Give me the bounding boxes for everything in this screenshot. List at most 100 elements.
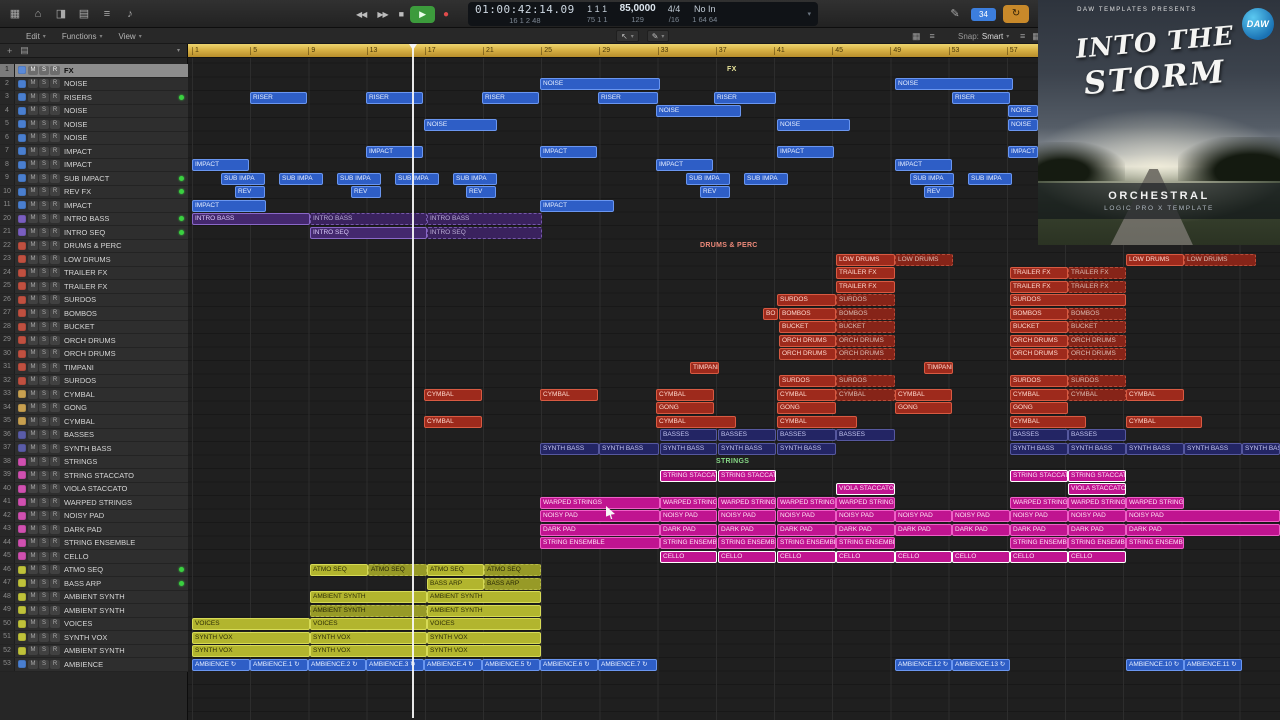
- region[interactable]: SYNTH BASS: [660, 442, 717, 455]
- region[interactable]: NOISY PAD: [952, 510, 1010, 522]
- region[interactable]: TRAILER FX: [1010, 280, 1068, 293]
- record-enable-button[interactable]: R: [50, 200, 60, 210]
- mute-button[interactable]: M: [28, 389, 38, 399]
- region[interactable]: LOW DRUMS: [1126, 253, 1184, 266]
- solo-button[interactable]: S: [39, 551, 49, 561]
- mute-button[interactable]: M: [28, 106, 38, 116]
- track-name[interactable]: WARPED STRINGS: [64, 498, 188, 507]
- track-row[interactable]: 37 M S R SYNTH BASS: [0, 442, 188, 456]
- record-enable-button[interactable]: R: [50, 646, 60, 656]
- region[interactable]: CYMBAL: [656, 388, 714, 401]
- region[interactable]: STRING ENSEMBLE: [1068, 537, 1126, 549]
- region[interactable]: WARPED STRINGS: [836, 496, 895, 509]
- track-row[interactable]: 23 M S R LOW DRUMS: [0, 253, 188, 267]
- record-enable-button[interactable]: R: [50, 430, 60, 440]
- region[interactable]: WARPED STRINGS: [660, 496, 717, 509]
- record-enable-button[interactable]: R: [50, 349, 60, 359]
- region[interactable]: DARK PAD: [540, 523, 660, 536]
- record-enable-button[interactable]: R: [50, 173, 60, 183]
- pointer-tool-button[interactable]: ↖ ▾: [616, 30, 639, 42]
- region[interactable]: VIOLA STACCATO: [836, 483, 895, 495]
- track-row[interactable]: 47 M S R BASS ARP: [0, 577, 188, 591]
- region[interactable]: LOW DRUMS: [1184, 253, 1256, 266]
- track-row[interactable]: 25 M S R TRAILER FX: [0, 280, 188, 294]
- region[interactable]: BUCKET: [1010, 321, 1068, 333]
- mute-button[interactable]: M: [28, 497, 38, 507]
- region[interactable]: CYMBAL: [656, 415, 736, 428]
- region[interactable]: STRING ENSEMBLE: [1126, 537, 1184, 549]
- track-row[interactable]: 44 M S R STRING ENSEMBLE: [0, 536, 188, 550]
- solo-button[interactable]: S: [39, 160, 49, 170]
- region[interactable]: GONG: [1010, 402, 1068, 414]
- solo-button[interactable]: S: [39, 200, 49, 210]
- track-row[interactable]: 34 M S R GONG: [0, 401, 188, 415]
- region[interactable]: INTRO BASS: [192, 213, 310, 225]
- record-enable-button[interactable]: R: [50, 322, 60, 332]
- record-enable-button[interactable]: R: [50, 295, 60, 305]
- region[interactable]: NOISY PAD: [718, 510, 776, 522]
- mute-button[interactable]: M: [28, 200, 38, 210]
- track-row[interactable]: 10 M S R REV FX: [0, 185, 188, 199]
- mute-button[interactable]: M: [28, 403, 38, 413]
- track-row[interactable]: 40 M S R VIOLA STACCATO: [0, 482, 188, 496]
- region[interactable]: ATMO SEQ: [310, 564, 368, 576]
- mute-button[interactable]: M: [28, 484, 38, 494]
- track-row[interactable]: 21 M S R INTRO SEQ: [0, 226, 188, 240]
- region[interactable]: STRING ENSEMBLE: [836, 537, 895, 549]
- record-enable-button[interactable]: R: [50, 538, 60, 548]
- track-row[interactable]: 30 M S R ORCH DRUMS: [0, 347, 188, 361]
- region[interactable]: BASS ARP: [427, 577, 484, 590]
- track-row[interactable]: 49 M S R AMBIENT SYNTH: [0, 604, 188, 618]
- region[interactable]: NOISE: [424, 118, 497, 131]
- forward-button[interactable]: ▶▶: [373, 6, 391, 23]
- region[interactable]: SURDOS: [1068, 375, 1126, 387]
- region[interactable]: AMBIENCE.13 ↻: [952, 658, 1010, 671]
- record-button[interactable]: ●: [438, 6, 454, 23]
- region[interactable]: CELLO: [718, 550, 776, 563]
- solo-button[interactable]: S: [39, 470, 49, 480]
- region[interactable]: AMBIENT SYNTH: [310, 604, 427, 617]
- list-icon[interactable]: ≡: [930, 31, 935, 41]
- track-row[interactable]: 32 M S R SURDOS: [0, 374, 188, 388]
- track-name[interactable]: CELLO: [64, 552, 188, 561]
- region[interactable]: BASSES: [836, 429, 895, 441]
- solo-button[interactable]: S: [39, 605, 49, 615]
- solo-button[interactable]: S: [39, 281, 49, 291]
- record-enable-button[interactable]: R: [50, 497, 60, 507]
- region[interactable]: SYNTH VOX: [310, 631, 427, 644]
- region[interactable]: GONG: [656, 402, 714, 414]
- track-name[interactable]: CYMBAL: [64, 390, 188, 399]
- region[interactable]: BOMBOS: [836, 307, 895, 320]
- region[interactable]: DARK PAD: [777, 523, 836, 536]
- track-name[interactable]: NOISE: [64, 133, 188, 142]
- solo-button[interactable]: S: [39, 295, 49, 305]
- solo-button[interactable]: S: [39, 322, 49, 332]
- region[interactable]: ATMO SEQ: [427, 564, 484, 576]
- mute-button[interactable]: M: [28, 470, 38, 480]
- region[interactable]: CYMBAL: [1126, 415, 1202, 428]
- region[interactable]: INTRO SEQ: [427, 226, 542, 239]
- solo-button[interactable]: S: [39, 592, 49, 602]
- region[interactable]: SYNTH VOX: [427, 645, 541, 657]
- region[interactable]: CYMBAL: [836, 388, 895, 401]
- region[interactable]: SYNTH BASS: [1068, 442, 1126, 455]
- region[interactable]: AMBIENCE.4 ↻: [424, 658, 482, 671]
- region[interactable]: BUCKET: [836, 321, 895, 333]
- region[interactable]: ORCH DRUMS: [779, 334, 836, 347]
- region[interactable]: AMBIENT SYNTH: [427, 604, 541, 617]
- record-enable-button[interactable]: R: [50, 416, 60, 426]
- track-name[interactable]: VOICES: [64, 619, 188, 628]
- track-name[interactable]: GONG: [64, 403, 188, 412]
- mute-button[interactable]: M: [28, 362, 38, 372]
- region[interactable]: STRING STACCATO: [1010, 469, 1068, 482]
- region[interactable]: REV: [351, 186, 381, 198]
- track-row[interactable]: 22 M S R DRUMS & PERC: [0, 239, 188, 253]
- region[interactable]: WARPED STRINGS: [1126, 496, 1184, 509]
- track-name[interactable]: NOISE: [64, 79, 188, 88]
- solo-button[interactable]: S: [39, 416, 49, 426]
- mute-button[interactable]: M: [28, 457, 38, 467]
- track-name[interactable]: CYMBAL: [64, 417, 188, 426]
- pencil-tool-button[interactable]: ✎ ▾: [646, 30, 670, 42]
- region[interactable]: VOICES: [310, 618, 427, 630]
- region[interactable]: DARK PAD: [1126, 523, 1280, 536]
